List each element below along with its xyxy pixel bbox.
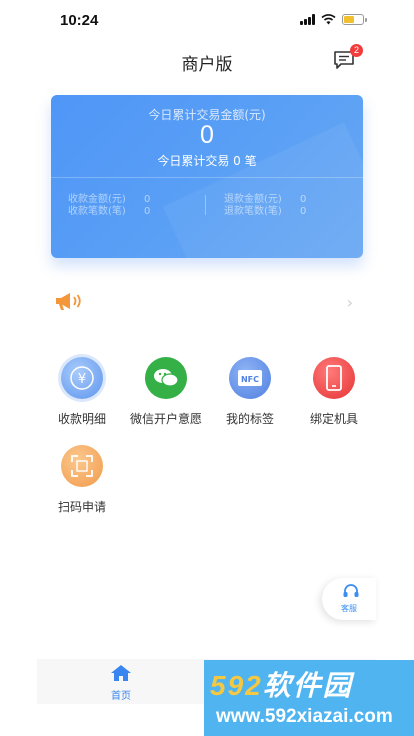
stats-separator [205,195,206,215]
watermark-brand: 592软件园 [210,664,353,704]
watermark-url: www.592xiazai.com [216,706,393,727]
wechat-icon [145,357,187,399]
receipt-amount-value: 0 [144,194,151,205]
scan-icon [61,445,103,487]
tab-home-label: 首页 [111,691,131,702]
speaker-icon [56,293,81,310]
receipt-count-label: 收款笔数(笔) [68,206,126,217]
refund-count-value: 0 [300,206,307,217]
refund-amount-label: 退款金额(元) [224,194,282,205]
nfc-icon: NFC [229,357,271,399]
message-button[interactable]: 2 [333,44,363,72]
feature-scan-apply[interactable]: 扫码申请 [40,445,124,515]
yuan-coin-icon: ¥ [61,357,103,399]
refund-amount-value: 0 [300,194,307,205]
feature-receipt-details[interactable]: ¥ 收款明细 [40,357,124,427]
receipt-stats: 收款金额(元) 0 收款笔数(笔) 0 [68,194,150,218]
refund-count-label: 退款笔数(笔) [224,206,282,217]
watermark-brand-text: 软件园 [262,670,353,701]
watermark-logo: 592软件园 www.592xiazai.com [204,660,414,736]
status-bar: 10:24 [0,0,414,40]
signal-icon [300,14,315,25]
nav-bar: 商户版 2 [0,44,414,78]
svg-text:¥: ¥ [78,372,86,387]
home-icon [111,665,131,681]
receipt-count-value: 0 [144,206,151,217]
watermark-brand-num: 592 [210,670,263,701]
feature-label: 我的标签 [225,412,274,426]
amount-value: 0 [200,121,214,149]
svg-text:NFC: NFC [241,375,259,384]
status-time: 10:24 [60,12,99,29]
feature-wechat-account[interactable]: 微信开户意愿 [124,357,208,427]
chevron-right-icon: › [346,293,353,312]
wifi-icon [321,14,336,25]
headset-icon [343,584,359,597]
customer-service-button[interactable]: 客服 [322,578,376,620]
transaction-summary-card[interactable]: 今日累计交易金额(元) 0 今日累计交易 0 笔 收款金额(元) 0 收款笔数(笔… [51,95,363,258]
receipt-amount-label: 收款金额(元) [68,194,126,205]
feature-label: 扫码申请 [57,500,106,514]
phone-device-icon [313,357,355,399]
service-label: 客服 [341,604,357,613]
feature-my-tags[interactable]: NFC 我的标签 [208,357,292,427]
message-badge: 2 [350,44,363,57]
battery-level [344,16,354,23]
feature-label: 绑定机具 [309,412,358,426]
refund-stats: 退款金额(元) 0 退款笔数(笔) 0 [224,194,306,218]
tab-home[interactable]: 首页 [99,664,143,702]
card-divider [51,177,363,178]
feature-label: 收款明细 [57,412,106,426]
feature-bind-device[interactable]: 绑定机具 [292,357,376,427]
status-icons [300,14,367,25]
transaction-count: 今日累计交易 0 笔 [157,154,257,168]
battery-icon [342,14,367,25]
notice-bar[interactable]: › [51,289,363,315]
feature-label: 微信开户意愿 [129,412,202,426]
